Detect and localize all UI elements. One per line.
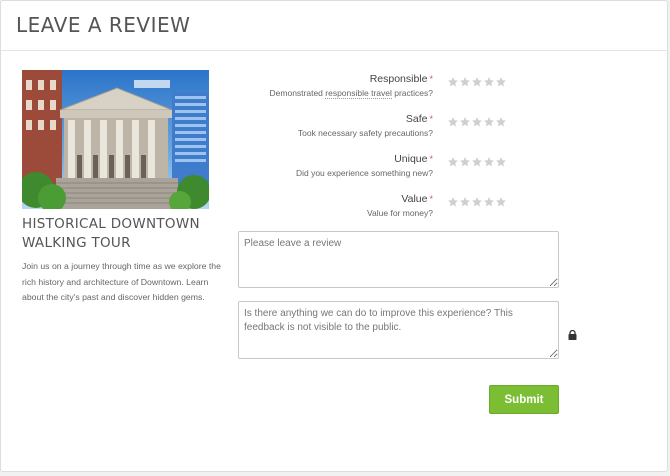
star-icon[interactable] (459, 76, 471, 88)
star-rating[interactable] (447, 196, 507, 208)
review-card: LEAVE A REVIEW HISTORICAL DOWNTOWN WALKI… (0, 0, 668, 472)
rating-label: Value (401, 193, 428, 205)
required-marker: * (429, 194, 433, 204)
star-icon[interactable] (447, 116, 459, 128)
star-rating[interactable] (447, 116, 507, 128)
tour-description: Join us on a journey through time as we … (22, 261, 221, 302)
lock-icon (568, 327, 577, 340)
star-icon[interactable] (483, 116, 495, 128)
tour-title: HISTORICAL DOWNTOWN WALKING TOUR (22, 216, 200, 251)
responsible-travel-link[interactable]: responsible travel (325, 88, 392, 99)
feedback-textarea[interactable] (238, 301, 559, 359)
rating-unique: Unique * Did you experience something new… (231, 153, 521, 187)
star-icon[interactable] (471, 156, 483, 168)
star-icon[interactable] (471, 196, 483, 208)
rating-description: Demonstrated responsible travel practice… (269, 88, 433, 99)
star-icon[interactable] (495, 76, 507, 88)
star-icon[interactable] (447, 196, 459, 208)
star-icon[interactable] (495, 196, 507, 208)
star-icon[interactable] (459, 156, 471, 168)
rating-responsible: Responsible * Demonstrated responsible tr… (231, 73, 521, 107)
required-marker: * (429, 74, 433, 84)
star-icon[interactable] (495, 116, 507, 128)
rating-label: Safe (405, 113, 428, 125)
submit-button[interactable]: Submit (489, 385, 559, 414)
star-icon[interactable] (459, 116, 471, 128)
star-icon[interactable] (471, 116, 483, 128)
review-textarea[interactable] (238, 231, 559, 288)
rating-label: Unique (394, 153, 428, 165)
rating-description: Took necessary safety precautions? (297, 128, 433, 138)
header: LEAVE A REVIEW (1, 1, 667, 51)
star-icon[interactable] (483, 196, 495, 208)
rating-description: Did you experience something new? (295, 168, 433, 178)
star-icon[interactable] (459, 196, 471, 208)
rating-value: Value * Value for money? (231, 193, 521, 227)
star-icon[interactable] (483, 156, 495, 168)
star-icon[interactable] (447, 156, 459, 168)
rating-safe: Safe * Took necessary safety precautions? (231, 113, 521, 147)
star-icon[interactable] (471, 76, 483, 88)
tour-photo (22, 70, 209, 209)
star-rating[interactable] (447, 156, 507, 168)
required-marker: * (429, 114, 433, 124)
star-rating[interactable] (447, 76, 507, 88)
required-marker: * (429, 154, 433, 164)
star-icon[interactable] (447, 76, 459, 88)
rating-description: Value for money? (367, 208, 433, 218)
rating-label: Responsible (369, 73, 428, 85)
star-icon[interactable] (483, 76, 495, 88)
page-title: LEAVE A REVIEW (16, 13, 191, 37)
star-icon[interactable] (495, 156, 507, 168)
